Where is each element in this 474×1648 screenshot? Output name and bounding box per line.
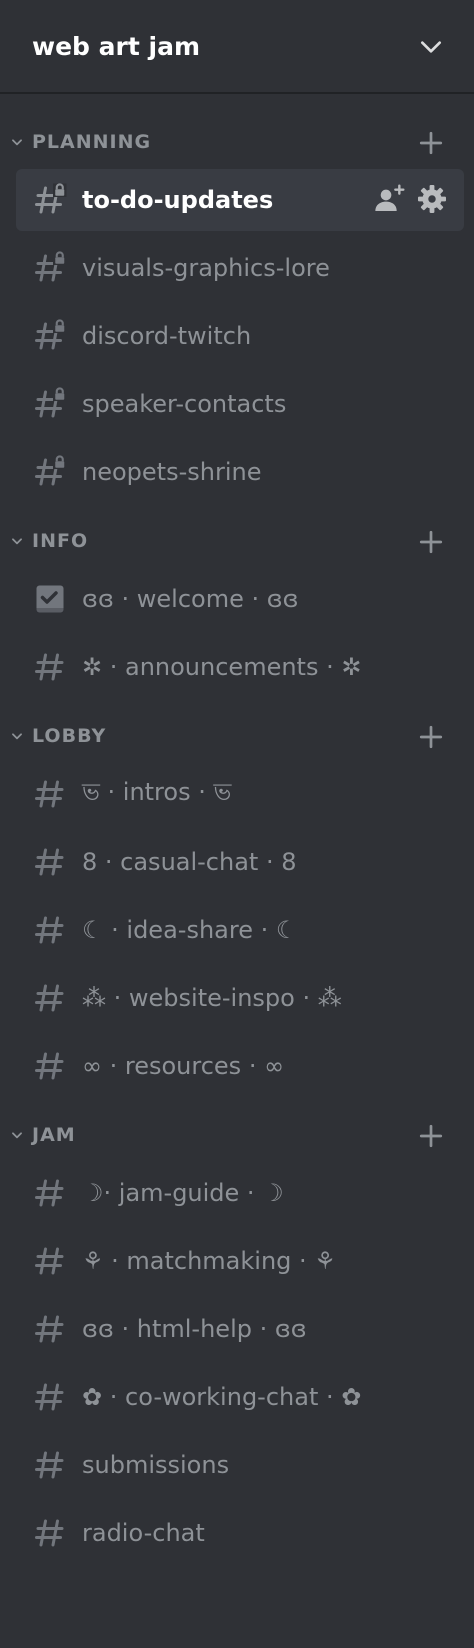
channel-item[interactable]: neopets-shrine [16, 441, 464, 503]
channel-name: 8 · casual-chat · 8 [82, 848, 297, 876]
hash-icon [35, 1383, 64, 1411]
channel-item[interactable]: to-do-updates [16, 169, 464, 231]
channel-item[interactable]: ☽· jam-guide · ☽ [16, 1162, 464, 1224]
channel-actions [374, 183, 448, 215]
channel-name: ☽· jam-guide · ☽ [82, 1179, 284, 1207]
rules-icon [36, 585, 64, 613]
hash-icon [35, 1179, 64, 1207]
hash-icon [35, 653, 64, 681]
channel-name: ✲ · announcements · ✲ [82, 653, 362, 681]
category-name: INFO [32, 530, 89, 552]
channel-item[interactable]: ভ · intros · ভ [16, 763, 464, 825]
server-name: web art jam [32, 31, 200, 61]
channel-name: speaker-contacts [82, 390, 287, 418]
channel-name: ভ · intros · ভ [82, 778, 232, 806]
channel-name: ⁂ · website-inspo · ⁂ [82, 984, 342, 1012]
chevron-down-icon[interactable] [418, 34, 444, 60]
channel-item[interactable]: submissions [16, 1434, 464, 1496]
channel-name: ⚘ · matchmaking · ⚘ [82, 1247, 336, 1275]
hash-icon [35, 1519, 64, 1547]
hash-lock-icon [35, 455, 67, 486]
hash-icon [35, 1247, 64, 1275]
category-name: JAM [32, 1124, 76, 1146]
channel-name: to-do-updates [82, 186, 274, 214]
channel-name: ɞɞ · html-help · ɞɞ [82, 1315, 307, 1343]
channel-item[interactable]: ✿ · co-working-chat · ✿ [16, 1366, 464, 1428]
hash-icon [35, 984, 64, 1012]
channel-name: radio-chat [82, 1519, 205, 1547]
channel-item[interactable]: 8 · casual-chat · 8 [16, 831, 464, 893]
category-name: LOBBY [32, 725, 107, 747]
channel-item[interactable]: discord-twitch [16, 305, 464, 367]
chevron-down-icon[interactable] [10, 135, 24, 149]
hash-icon [35, 848, 64, 876]
channel-item[interactable]: speaker-contacts [16, 373, 464, 435]
channel-name: discord-twitch [82, 322, 252, 350]
chevron-down-icon[interactable] [10, 729, 24, 743]
channel-item[interactable]: ⁂ · website-inspo · ⁂ [16, 967, 464, 1029]
channel-name: visuals-graphics-lore [82, 254, 330, 282]
hash-icon [35, 1315, 64, 1343]
channel-item[interactable]: radio-chat [16, 1502, 464, 1564]
channel-name: ☾ · idea-share · ☾ [82, 916, 298, 944]
category-jam[interactable]: JAM [0, 1115, 474, 1155]
hash-lock-icon [35, 183, 67, 214]
category-name: PLANNING [32, 131, 152, 153]
gear-icon[interactable] [416, 183, 448, 215]
hash-lock-icon [35, 319, 67, 350]
hash-icon [35, 1451, 64, 1479]
chevron-down-icon[interactable] [10, 534, 24, 548]
channel-list: PLANNING to-do-updates visuals-graphics-lo… [0, 94, 474, 1564]
chevron-down-icon[interactable] [10, 1128, 24, 1142]
channel-item[interactable]: ɞɞ · html-help · ɞɞ [16, 1298, 464, 1360]
hash-lock-icon [35, 251, 67, 282]
category-planning[interactable]: PLANNING [0, 122, 474, 162]
channel-item[interactable]: ɞɞ · welcome · ɞɞ [16, 568, 464, 630]
hash-icon [35, 1052, 64, 1080]
category-info[interactable]: INFO [0, 521, 474, 561]
hash-icon [35, 916, 64, 944]
channel-name: ɞɞ · welcome · ɞɞ [82, 585, 299, 613]
channel-name: ✿ · co-working-chat · ✿ [82, 1383, 362, 1411]
category-lobby[interactable]: LOBBY [0, 716, 474, 756]
channel-item[interactable]: ⚘ · matchmaking · ⚘ [16, 1230, 464, 1292]
invite-user-icon[interactable] [374, 183, 406, 215]
server-header[interactable]: web art jam [0, 0, 474, 94]
channel-item[interactable]: ✲ · announcements · ✲ [16, 636, 464, 698]
add-channel-icon[interactable] [418, 1123, 444, 1149]
hash-lock-icon [35, 387, 67, 418]
add-channel-icon[interactable] [418, 529, 444, 555]
channel-name: submissions [82, 1451, 230, 1479]
channel-item[interactable]: ∞ · resources · ∞ [16, 1035, 464, 1097]
channel-item[interactable]: visuals-graphics-lore [16, 237, 464, 299]
channel-item[interactable]: ☾ · idea-share · ☾ [16, 899, 464, 961]
channel-name: neopets-shrine [82, 458, 262, 486]
add-channel-icon[interactable] [418, 130, 444, 156]
hash-icon [35, 780, 64, 808]
channel-name: ∞ · resources · ∞ [82, 1052, 285, 1080]
add-channel-icon[interactable] [418, 724, 444, 750]
